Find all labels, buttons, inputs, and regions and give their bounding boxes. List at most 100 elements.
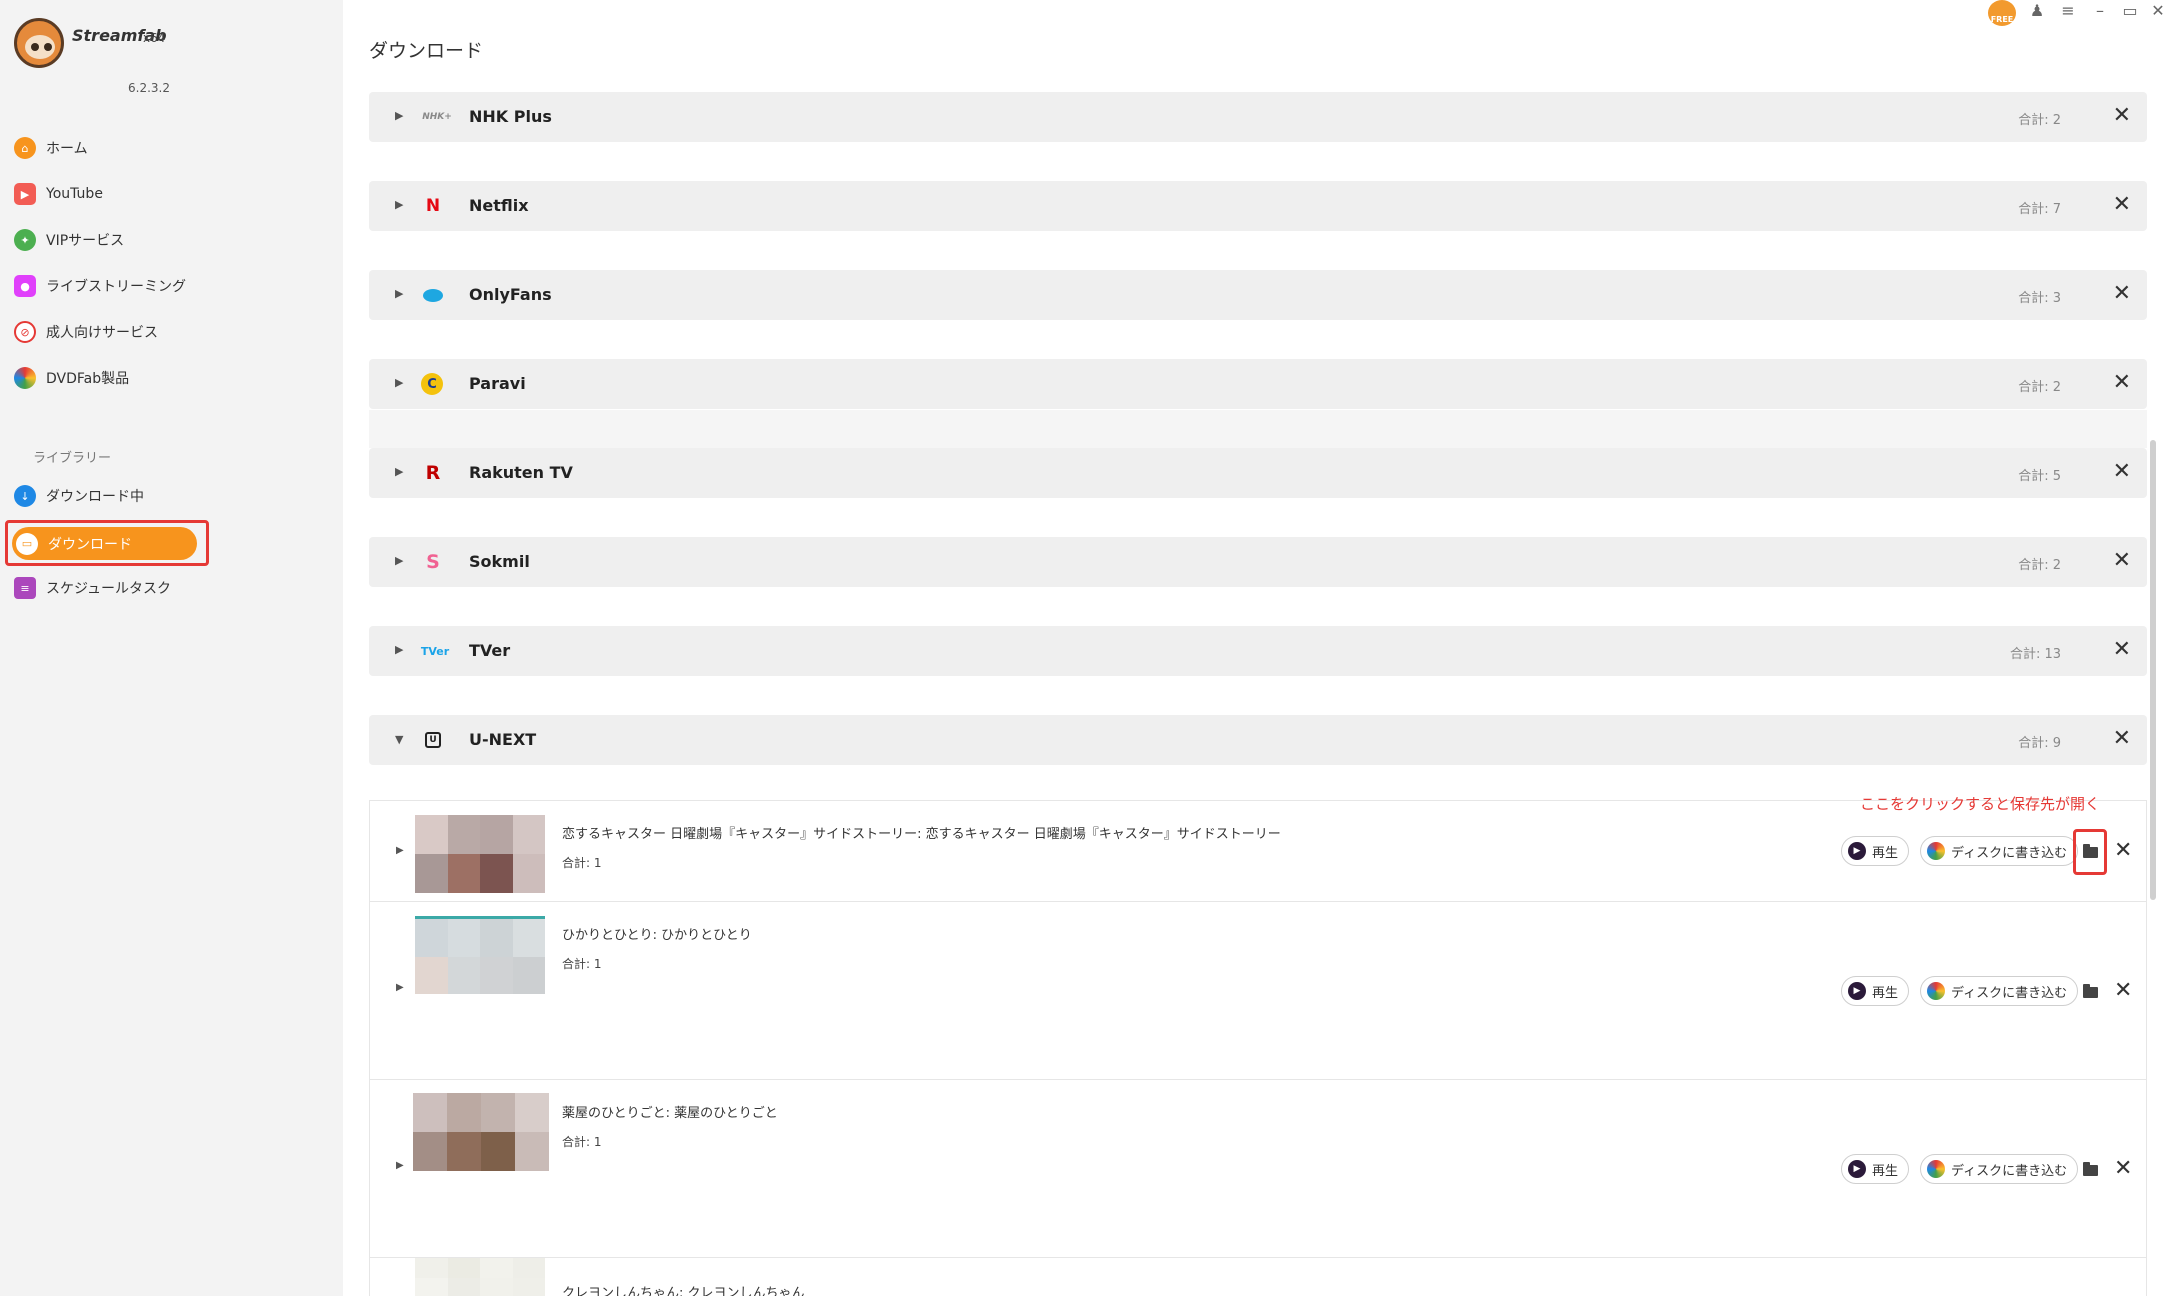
rakuten-icon: R — [425, 462, 441, 484]
burn-to-disc-button[interactable]: ディスクに書き込む — [1920, 836, 2079, 866]
group-paravi[interactable]: ▶ C Paravi 合計: 2 ✕ — [369, 359, 2147, 409]
expand-caret-icon[interactable]: ▶ — [395, 287, 403, 300]
group-nhk-plus[interactable]: ▶ NHK+ NHK Plus 合計: 2 ✕ — [369, 92, 2147, 142]
group-sokmil[interactable]: ▶ S Sokmil 合計: 2 ✕ — [369, 537, 2147, 587]
minimize-icon[interactable]: – — [2088, 0, 2112, 20]
group-count: 合計: 2 — [2018, 558, 2061, 573]
remove-group-icon[interactable]: ✕ — [2113, 370, 2131, 396]
group-netflix[interactable]: ▶ N Netflix 合計: 7 ✕ — [369, 181, 2147, 231]
group-name: Netflix — [469, 196, 529, 215]
burn-label: ディスクに書き込む — [1951, 845, 2068, 861]
remove-group-icon[interactable]: ✕ — [2113, 459, 2131, 485]
scrollbar[interactable] — [2150, 440, 2156, 900]
item-title: クレヨンしんちゃん: クレヨンしんちゃん — [562, 1286, 805, 1296]
group-tver[interactable]: ▶ TVer TVer 合計: 13 ✕ — [369, 626, 2147, 676]
nav-item-dvdfab[interactable]: DVDFab製品 — [14, 361, 204, 395]
key-icon: ✦ — [14, 229, 36, 251]
collapse-caret-icon[interactable]: ▼ — [395, 733, 403, 746]
group-name: Paravi — [469, 374, 526, 393]
play-button[interactable]: ▶ 再生 — [1841, 1154, 1910, 1184]
open-folder-button[interactable] — [2078, 842, 2102, 862]
expand-caret-icon[interactable]: ▶ — [396, 982, 404, 993]
play-label: 再生 — [1872, 985, 1899, 1001]
open-folder-button[interactable] — [2078, 1160, 2102, 1180]
remove-group-icon[interactable]: ✕ — [2113, 103, 2131, 129]
remove-group-icon[interactable]: ✕ — [2113, 548, 2131, 574]
group-count: 合計: 2 — [2018, 380, 2061, 395]
dvdfab-icon — [1927, 982, 1945, 1000]
burn-to-disc-button[interactable]: ディスクに書き込む — [1920, 976, 2079, 1006]
group-onlyfans[interactable]: ▶ OnlyFans 合計: 3 ✕ — [369, 270, 2147, 320]
expand-caret-icon[interactable]: ▶ — [395, 376, 403, 389]
group-count: 合計: 5 — [2018, 469, 2061, 484]
group-name: Rakuten TV — [469, 463, 573, 482]
nav-item-vip-services[interactable]: ✦ VIPサービス — [14, 223, 204, 257]
menu-icon[interactable]: ≡ — [2056, 0, 2080, 20]
nav-item-live-streaming[interactable]: ● ライブストリーミング — [14, 269, 204, 303]
item-title: ひかりとひとり: ひかりとひとり — [562, 928, 752, 943]
remove-item-icon[interactable]: ✕ — [2114, 1156, 2132, 1182]
play-button[interactable]: ▶ 再生 — [1841, 836, 1910, 866]
expand-caret-icon[interactable]: ▶ — [396, 1160, 404, 1171]
camera-icon: ● — [14, 275, 36, 297]
expand-caret-icon[interactable]: ▶ — [395, 109, 403, 122]
u-next-items-panel: ▶ 恋するキャスター 日曜劇場『キャスター』サイドストーリー: 恋するキャスター… — [369, 800, 2147, 1296]
dvdfab-icon — [1927, 1160, 1945, 1178]
sokmil-icon: S — [426, 551, 440, 573]
nhk-plus-icon: NHK+ — [422, 112, 452, 122]
expand-caret-icon[interactable]: ▶ — [395, 198, 403, 211]
video-thumbnail — [415, 1258, 545, 1296]
shirt-icon[interactable]: ♟ — [2025, 0, 2049, 20]
library-label: ライブラリー — [33, 451, 112, 466]
nav-item-label: スケジュールタスク — [46, 581, 172, 597]
list-item: ▶ 恋するキャスター 日曜劇場『キャスター』サイドストーリー: 恋するキャスター… — [370, 801, 2146, 902]
nav-item-youtube[interactable]: ▶ YouTube — [14, 177, 204, 211]
nav-item-adult-services[interactable]: ⊘ 成人向けサービス — [14, 315, 204, 349]
maximize-icon[interactable]: ▭ — [2118, 0, 2142, 20]
close-window-icon[interactable]: ✕ — [2146, 0, 2170, 20]
group-name: NHK Plus — [469, 107, 552, 126]
dvdfab-icon — [14, 367, 36, 389]
remove-item-icon[interactable]: ✕ — [2114, 838, 2132, 864]
group-count: 合計: 2 — [2018, 113, 2061, 128]
nav-item-label: ライブストリーミング — [46, 279, 186, 295]
expand-caret-icon[interactable]: ▶ — [395, 643, 403, 656]
group-count: 合計: 7 — [2018, 202, 2061, 217]
play-label: 再生 — [1872, 1163, 1899, 1179]
free-badge[interactable]: FREE — [1988, 0, 2016, 26]
home-icon: ⌂ — [14, 137, 36, 159]
nav-item-home[interactable]: ⌂ ホーム — [14, 131, 204, 165]
item-count: 合計: 1 — [562, 1135, 602, 1149]
group-count: 合計: 9 — [2018, 736, 2061, 751]
remove-group-icon[interactable]: ✕ — [2113, 192, 2131, 218]
nav-item-label: 成人向けサービス — [46, 325, 158, 341]
open-folder-button[interactable] — [2078, 982, 2102, 1002]
group-separator — [369, 410, 2147, 448]
play-button[interactable]: ▶ 再生 — [1841, 976, 1910, 1006]
app-arch: x64 — [143, 31, 166, 45]
expand-caret-icon[interactable]: ▶ — [395, 554, 403, 567]
schedule-icon: ≡ — [14, 577, 36, 599]
nav-item-label: VIPサービス — [46, 233, 125, 249]
play-icon: ▶ — [1848, 982, 1866, 1000]
burn-label: ディスクに書き込む — [1951, 985, 2068, 1001]
group-u-next[interactable]: ▼ U U-NEXT 合計: 9 ✕ — [369, 715, 2147, 765]
burn-to-disc-button[interactable]: ディスクに書き込む — [1920, 1154, 2079, 1184]
group-count: 合計: 3 — [2018, 291, 2061, 306]
remove-item-icon[interactable]: ✕ — [2114, 978, 2132, 1004]
folder-icon — [2082, 983, 2098, 998]
remove-group-icon[interactable]: ✕ — [2113, 637, 2131, 663]
nav-item-scheduled-tasks[interactable]: ≡ スケジュールタスク — [14, 571, 204, 605]
app-version: 6.2.3.2 — [128, 81, 170, 95]
remove-group-icon[interactable]: ✕ — [2113, 281, 2131, 307]
expand-caret-icon[interactable]: ▶ — [396, 845, 404, 856]
remove-group-icon[interactable]: ✕ — [2113, 726, 2131, 752]
nav-item-downloading[interactable]: ↓ ダウンロード中 — [14, 479, 204, 513]
nav-item-downloaded[interactable]: ▭ ダウンロード — [12, 527, 197, 560]
item-count: 合計: 1 — [562, 957, 602, 971]
play-icon: ▶ — [1848, 1160, 1866, 1178]
group-count: 合計: 13 — [2009, 647, 2061, 662]
expand-caret-icon[interactable]: ▶ — [395, 465, 403, 478]
video-thumbnail — [415, 815, 545, 893]
group-rakuten-tv[interactable]: ▶ R Rakuten TV 合計: 5 ✕ — [369, 448, 2147, 498]
